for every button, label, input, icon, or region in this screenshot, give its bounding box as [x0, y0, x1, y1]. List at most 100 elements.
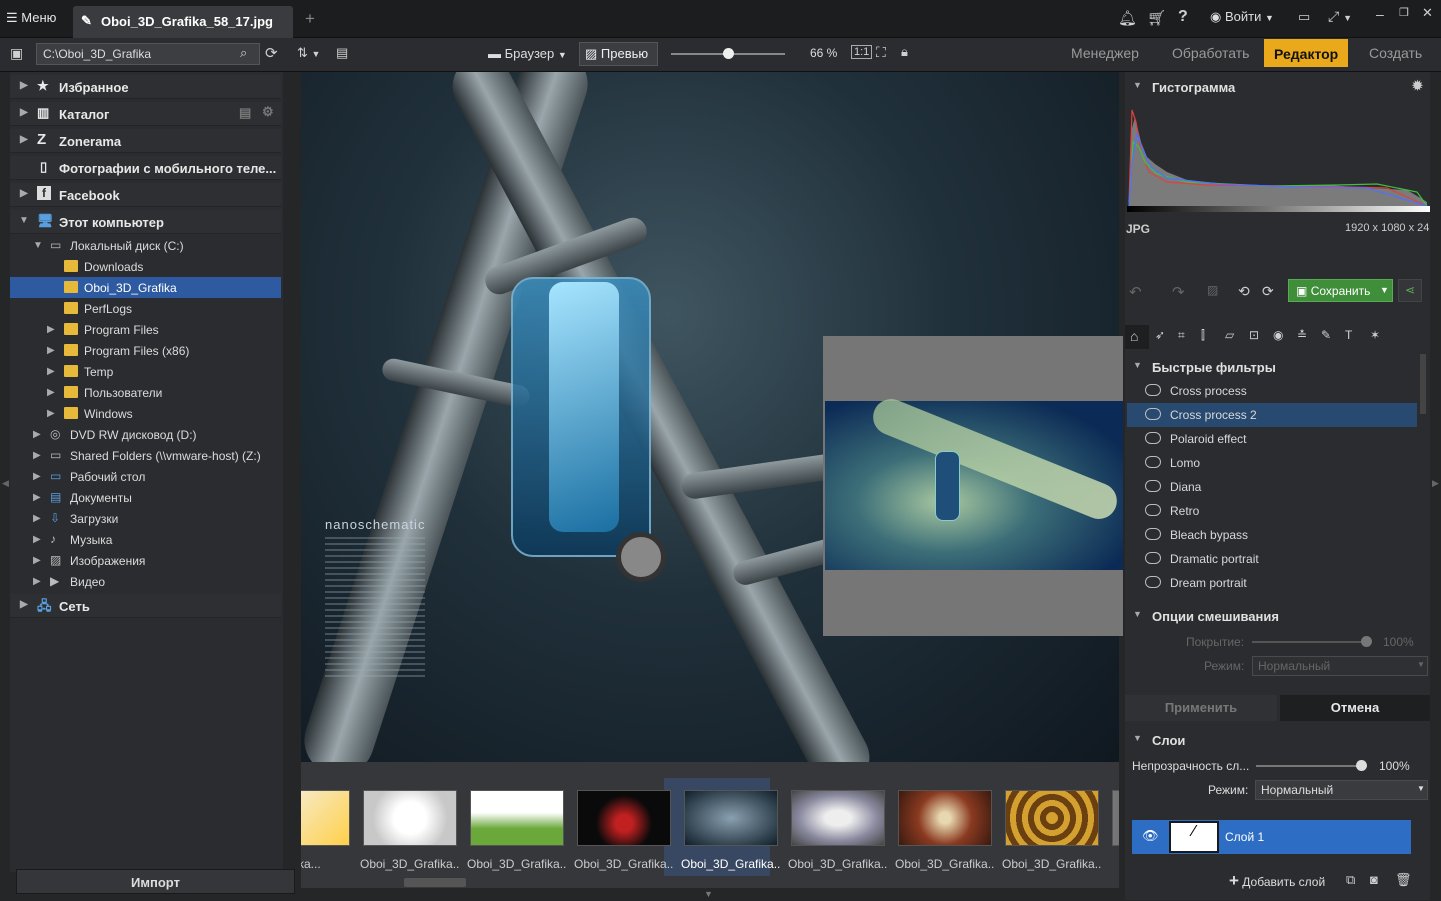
straighten-icon[interactable]: ⫿	[1201, 328, 1205, 343]
undo-icon[interactable]: ↶	[1129, 283, 1142, 301]
bell-icon[interactable]: 🔔︎	[1118, 9, 1137, 27]
new-tab-button[interactable]: +	[305, 9, 315, 29]
document-tab[interactable]: ✎ Oboi_3D_Grafika_58_17.jpg	[73, 6, 293, 38]
chevron-right-icon[interactable]: ▶	[33, 450, 41, 461]
browser-button[interactable]: ▬ Браузер ▼	[488, 46, 567, 61]
tree-item[interactable]: ▼ ▭ Локальный диск (C:)	[10, 235, 281, 256]
layer-mode-select[interactable]: Нормальный ▼	[1255, 780, 1428, 800]
sidebar-item-catalog[interactable]: ▶ ▥ Каталог ▤ ⚙	[10, 102, 281, 126]
menu-button[interactable]: ☰ Меню	[6, 10, 56, 26]
filter-item[interactable]: Dream portrait	[1127, 571, 1417, 595]
thumbnail[interactable]	[577, 790, 671, 846]
trash-icon[interactable]: 🗑︎	[1395, 872, 1412, 888]
red-eye-icon[interactable]: ◉	[1273, 328, 1283, 342]
zoom-slider-knob[interactable]	[722, 48, 734, 59]
tree-item[interactable]: ▶ Пользователи	[10, 382, 281, 403]
chevron-right-icon[interactable]: ▶	[47, 345, 55, 356]
thumbnail[interactable]	[791, 790, 885, 846]
tree-item[interactable]: Downloads	[10, 256, 281, 277]
filter-item[interactable]: Diana	[1127, 475, 1417, 499]
search-icon[interactable]: ⌕	[240, 45, 247, 61]
tree-item[interactable]: ▶ Temp	[10, 361, 281, 382]
chevron-right-icon[interactable]: ▶	[47, 387, 55, 398]
thumbnail[interactable]	[684, 790, 778, 846]
new-folder-icon[interactable]: ▤	[336, 45, 348, 61]
chevron-down-icon[interactable]: ▼	[1380, 285, 1389, 295]
fullscreen-icon[interactable]: ⤢ ▼	[1328, 8, 1352, 25]
cart-icon[interactable]: 🛒︎	[1147, 9, 1166, 27]
histogram-header[interactable]: ▼ Гистограмма ✹	[1125, 75, 1430, 99]
thumbnail[interactable]	[363, 790, 457, 846]
minimize-button[interactable]: –	[1376, 6, 1384, 22]
chevron-right-icon[interactable]: ▶	[47, 366, 55, 377]
filter-item[interactable]: Lomo	[1127, 451, 1417, 475]
preview-button[interactable]: ▨ Превью	[579, 42, 658, 66]
tree-item[interactable]: ▶ ▭ Shared Folders (\\vmware-host) (Z:)	[10, 445, 281, 466]
blend-options-header[interactable]: ▼ Опции смешивания	[1125, 604, 1430, 628]
collapse-left-icon[interactable]: ◀	[2, 478, 9, 489]
layers-header[interactable]: ▼ Слои	[1125, 728, 1430, 752]
mask-icon[interactable]: ◙	[1370, 872, 1378, 887]
collapse-right-icon[interactable]: ▶	[1432, 478, 1439, 489]
restore-button[interactable]: ❐	[1399, 6, 1409, 19]
filter-item[interactable]: Cross process 2	[1127, 403, 1417, 427]
filmstrip-toggle-icon[interactable]: ▼	[704, 889, 713, 899]
blend-mode-select[interactable]: Нормальный ▼	[1252, 656, 1428, 676]
thumbnail[interactable]	[470, 790, 564, 846]
tree-item[interactable]: ▶ Program Files	[10, 319, 281, 340]
tab-develop[interactable]: Обработать	[1172, 42, 1249, 66]
rotate-left-icon[interactable]: ⟲	[1238, 283, 1250, 300]
settings-icon[interactable]: ✹	[1412, 78, 1423, 94]
tree-item[interactable]: ▶ ♪ Музыка	[10, 529, 281, 550]
pointer-icon[interactable]: ➶	[1155, 328, 1165, 342]
rotate-right-icon[interactable]: ⟳	[1262, 283, 1274, 300]
quick-filters-header[interactable]: ▼ Быстрые фильтры	[1125, 355, 1430, 379]
sidebar-item-this-pc[interactable]: ▼ 🖥︎ Этот компьютер	[10, 210, 281, 234]
levels-icon[interactable]: ≛	[1297, 328, 1307, 342]
help-icon[interactable]: ?	[1178, 8, 1188, 26]
eye-icon[interactable]: 👁︎	[1142, 828, 1159, 844]
sidebar-item-network[interactable]: ▶ 🖧 Сеть	[10, 594, 281, 618]
perspective-icon[interactable]: ▱	[1225, 328, 1234, 342]
tree-item[interactable]: ▶ ▤ Документы	[10, 487, 281, 508]
sidebar-item-mobile[interactable]: ▯ Фотографии с мобильного теле...	[10, 156, 281, 180]
chevron-down-icon[interactable]: ▼	[33, 240, 43, 251]
lock-icon[interactable]: 🔒︎	[901, 44, 908, 60]
actual-size-icon[interactable]: 1:1	[851, 45, 873, 59]
tree-item[interactable]: ▶ Windows	[10, 403, 281, 424]
duplicate-layer-icon[interactable]: ⧉	[1346, 872, 1355, 888]
sidebar-item-facebook[interactable]: ▶ f Facebook	[10, 183, 281, 207]
apply-button[interactable]: Применить	[1125, 695, 1277, 721]
chevron-right-icon[interactable]: ▶	[33, 429, 41, 440]
tab-editor[interactable]: Редактор	[1264, 39, 1349, 67]
chevron-right-icon[interactable]: ▶	[33, 555, 41, 566]
filter-item[interactable]: Polaroid effect	[1127, 427, 1417, 451]
filter-item[interactable]: Dramatic portrait	[1127, 547, 1417, 571]
thumbnail[interactable]	[1005, 790, 1099, 846]
chevron-right-icon[interactable]: ▶	[47, 408, 55, 419]
chevron-right-icon[interactable]: ▶	[47, 324, 55, 335]
chevron-right-icon[interactable]: ▶	[33, 471, 41, 482]
share-icon[interactable]: ⋖	[1398, 279, 1422, 302]
sidebar-item-favorites[interactable]: ▶ ★ Избранное	[10, 75, 281, 99]
text-icon[interactable]: T	[1345, 328, 1352, 342]
fit-screen-icon[interactable]: ⛶	[876, 44, 886, 61]
filters-scrollbar[interactable]	[1420, 354, 1426, 414]
tree-item[interactable]: ▶ ⇩ Загрузки	[10, 508, 281, 529]
tab-manager[interactable]: Менеджер	[1071, 42, 1139, 66]
tree-item[interactable]: ▶ ▨ Изображения	[10, 550, 281, 571]
filter-item[interactable]: Cross process	[1127, 379, 1417, 403]
sidebar-item-zonerama[interactable]: ▶ Z Zonerama	[10, 129, 281, 153]
monitor-icon[interactable]: ▭	[1298, 9, 1310, 25]
home-icon[interactable]: ⌂	[1130, 328, 1138, 344]
filter-item[interactable]: Bleach bypass	[1127, 523, 1417, 547]
thumbnail[interactable]	[898, 790, 992, 846]
tree-item[interactable]: ▶ ◎ DVD RW дисковод (D:)	[10, 424, 281, 445]
frame-icon[interactable]: ⊡	[1249, 328, 1259, 342]
brush-icon[interactable]: ✎	[1321, 328, 1331, 342]
tree-item[interactable]: Oboi_3D_Grafika	[10, 277, 281, 298]
folder-image-icon[interactable]: ▣	[10, 45, 23, 62]
login-button[interactable]: ◉ Войти ▼	[1210, 9, 1274, 25]
effects-icon[interactable]: ✶	[1370, 328, 1380, 342]
coverage-slider[interactable]	[1252, 641, 1367, 643]
